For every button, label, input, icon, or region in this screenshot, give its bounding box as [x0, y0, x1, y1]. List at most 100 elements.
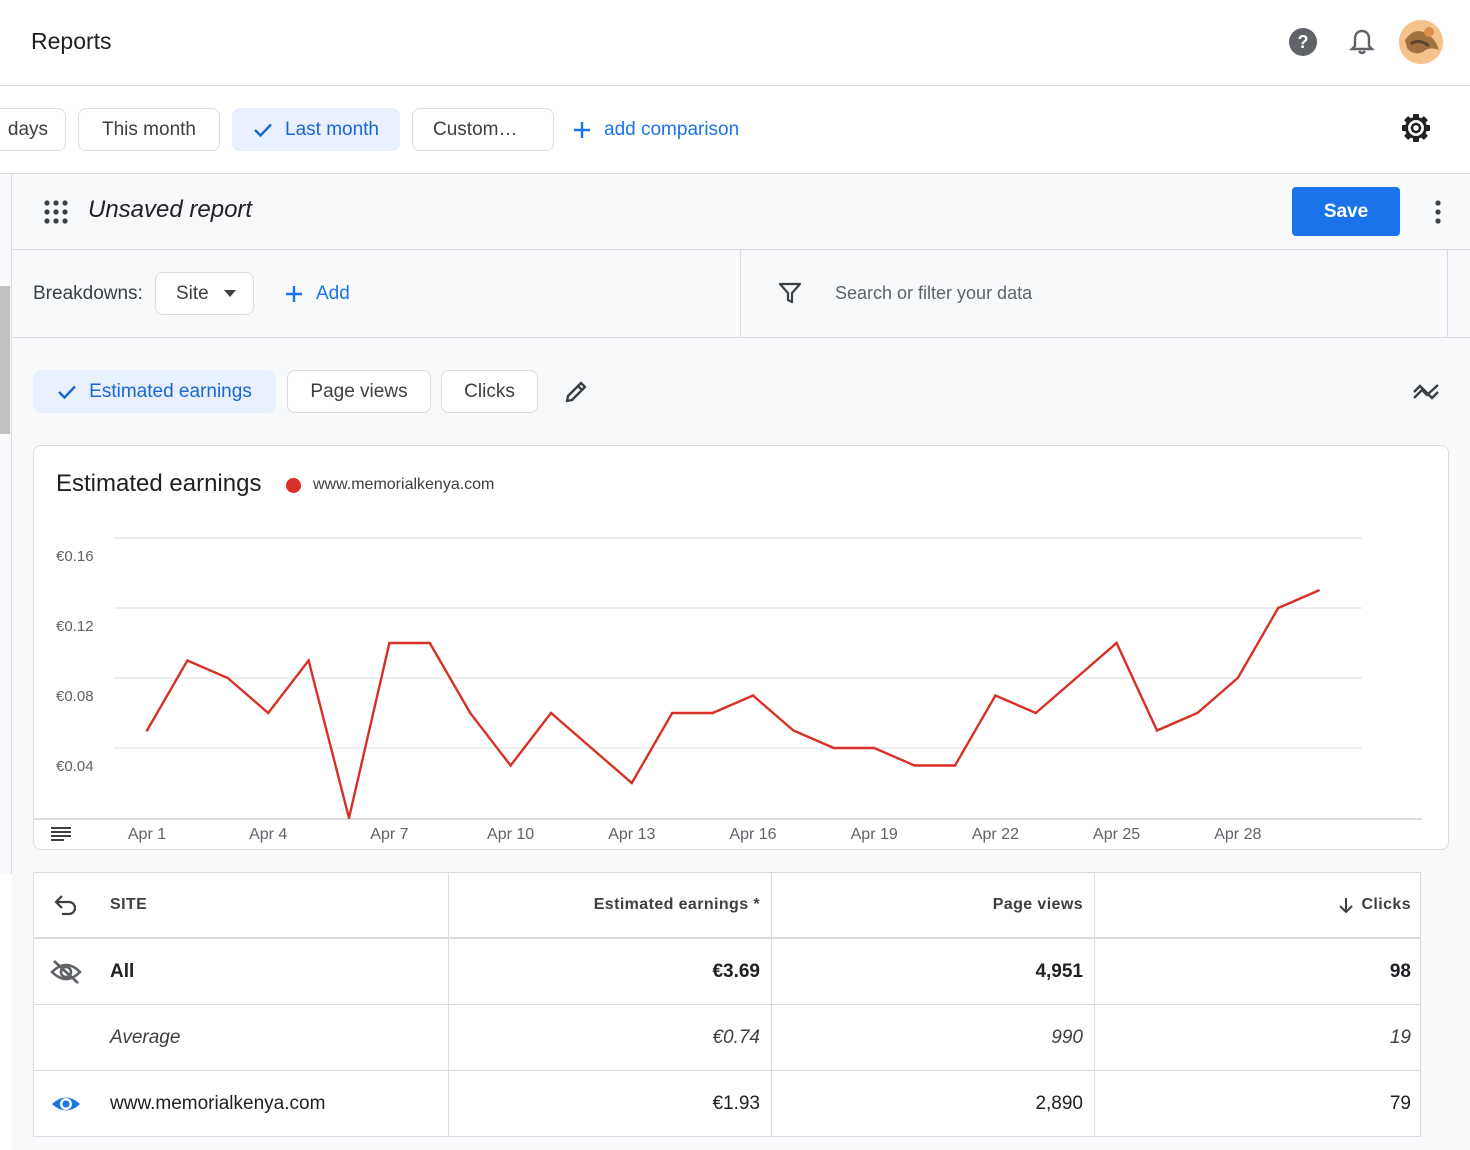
- cell-site-label: Average: [110, 1026, 181, 1048]
- date-chip-custom[interactable]: Custom…: [412, 108, 554, 151]
- visibility-icon[interactable]: [50, 1088, 82, 1120]
- table-header-row: SITE Estimated earnings * Page views Cli…: [34, 873, 1420, 939]
- add-comparison-button[interactable]: add comparison: [572, 108, 739, 151]
- scrollbar-thumb[interactable]: [0, 286, 10, 434]
- data-point: [549, 711, 553, 715]
- arrow-down-icon: [1339, 897, 1354, 913]
- data-point: [226, 676, 229, 680]
- cell-earnings: €3.69: [448, 939, 771, 1004]
- data-point: [307, 659, 310, 662]
- x-tick-label: Apr 19: [851, 826, 898, 843]
- report-title[interactable]: Unsaved report: [88, 196, 252, 224]
- cell-page-views: 2,890: [771, 1071, 1094, 1136]
- chart-menu-icon[interactable]: [50, 826, 72, 842]
- cell-site: Average: [34, 1005, 448, 1070]
- table-row-all: All €3.69 4,951 98: [34, 939, 1420, 1005]
- data-point: [630, 781, 633, 785]
- data-point: [1196, 711, 1199, 715]
- col-header-earnings[interactable]: Estimated earnings *: [448, 873, 771, 937]
- metric-chip-label: Clicks: [464, 380, 515, 402]
- search-input[interactable]: [835, 272, 1395, 315]
- x-tick-label: Apr 4: [249, 826, 287, 843]
- data-point: [953, 764, 957, 767]
- data-point: [428, 641, 431, 645]
- save-button[interactable]: Save: [1292, 187, 1400, 236]
- data-point: [1075, 676, 1078, 680]
- add-breakdown-button[interactable]: Add: [284, 272, 350, 315]
- cell-earnings: €0.74: [448, 1005, 771, 1070]
- y-tick-label: €0.04: [56, 758, 94, 775]
- x-tick-label: Apr 25: [1093, 826, 1140, 843]
- data-point: [1034, 711, 1037, 715]
- y-tick-label: €0.08: [56, 688, 94, 705]
- breakdowns-label: Breakdowns:: [33, 283, 143, 304]
- date-chip-this-month[interactable]: This month: [78, 108, 220, 151]
- bell-icon[interactable]: [1342, 22, 1382, 62]
- data-point: [509, 764, 512, 767]
- col-header-page-views[interactable]: Page views: [771, 873, 1094, 937]
- report-header: Unsaved report Save: [12, 174, 1470, 250]
- col-header-clicks-label: Clicks: [1361, 896, 1411, 913]
- filter-icon[interactable]: [777, 280, 803, 306]
- cell-page-views: 990: [771, 1005, 1094, 1070]
- metric-chip-label: Estimated earnings: [89, 380, 252, 402]
- cell-site: All: [34, 939, 448, 1004]
- more-vert-icon[interactable]: [1422, 194, 1454, 230]
- visibility-off-icon[interactable]: [50, 956, 82, 988]
- breakdowns-bar: Breakdowns: Site Add: [12, 250, 1470, 338]
- add-breakdown-label: Add: [316, 282, 350, 304]
- gear-icon[interactable]: [1396, 108, 1436, 148]
- cell-page-views: 4,951: [771, 939, 1094, 1004]
- col-header-site[interactable]: SITE: [34, 873, 448, 937]
- data-point: [792, 729, 795, 732]
- check-icon: [57, 384, 77, 400]
- plus-icon: [284, 284, 304, 304]
- data-point: [1155, 729, 1159, 732]
- x-tick-label: Apr 28: [1214, 826, 1261, 843]
- undo-icon[interactable]: [50, 889, 82, 921]
- left-scrollbar[interactable]: [0, 174, 12, 874]
- breakdown-selected-value: Site: [176, 282, 209, 304]
- apps-grid-icon[interactable]: [40, 196, 72, 228]
- filter-area: [740, 250, 1448, 338]
- data-point: [913, 764, 916, 767]
- data-point: [1277, 606, 1280, 610]
- data-point: [388, 641, 391, 645]
- y-tick-label: €0.16: [56, 548, 94, 565]
- dropdown-caret-icon: [224, 290, 236, 297]
- metric-chip-label: Page views: [310, 380, 408, 402]
- plus-icon: [572, 120, 592, 140]
- data-point: [347, 816, 351, 820]
- date-chip-label: days: [7, 118, 49, 140]
- svg-text:?: ?: [1298, 32, 1309, 52]
- metric-chip-clicks[interactable]: Clicks: [441, 370, 538, 413]
- data-point: [1317, 589, 1320, 592]
- x-tick-label: Apr 1: [128, 826, 166, 843]
- date-chip-last-month[interactable]: Last month: [232, 108, 400, 151]
- metric-chip-page-views[interactable]: Page views: [287, 370, 431, 413]
- series-line: [145, 589, 1320, 819]
- data-point: [1115, 641, 1118, 645]
- pencil-icon[interactable]: [560, 376, 592, 408]
- metric-chip-estimated-earnings[interactable]: Estimated earnings: [33, 370, 276, 413]
- top-app-bar: Reports ?: [0, 0, 1470, 86]
- x-tick-label: Apr 10: [487, 826, 534, 843]
- col-header-earnings-label: Estimated earnings *: [593, 896, 760, 913]
- cell-clicks: 79: [1094, 1071, 1422, 1136]
- data-point: [186, 659, 189, 662]
- data-point: [751, 694, 755, 697]
- data-point: [711, 711, 714, 715]
- cell-earnings: €1.93: [448, 1071, 771, 1136]
- breakdown-site-select[interactable]: Site: [155, 272, 254, 315]
- col-header-clicks[interactable]: Clicks: [1094, 873, 1422, 937]
- trending-icon[interactable]: [1410, 378, 1442, 406]
- date-chip-days[interactable]: days: [0, 108, 66, 151]
- date-chip-label: Last month: [285, 118, 379, 140]
- x-tick-label: Apr 7: [370, 826, 408, 843]
- x-tick-label: Apr 22: [972, 826, 1019, 843]
- data-point: [590, 746, 593, 750]
- date-range-bar: days This month Last month Custom… add c…: [0, 86, 1470, 174]
- user-avatar[interactable]: [1399, 20, 1443, 64]
- help-icon[interactable]: ?: [1283, 22, 1323, 62]
- data-point: [994, 694, 997, 697]
